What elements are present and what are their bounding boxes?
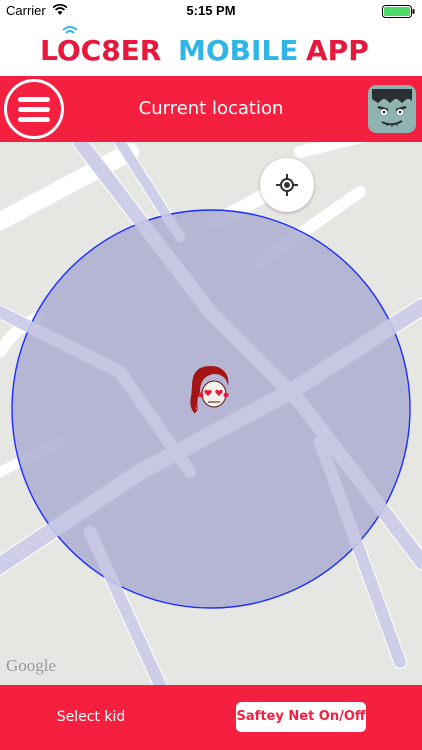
locate-me-button[interactable] [260, 158, 314, 212]
status-time: 5:15 PM [186, 3, 236, 18]
google-attribution[interactable]: Google [6, 656, 56, 676]
kid-location-marker[interactable] [186, 362, 236, 416]
crosshair-icon [276, 174, 298, 196]
safety-net-toggle-button[interactable]: Saftey Net On/Off [236, 702, 366, 732]
sugar-skull-girl-icon [190, 366, 229, 414]
status-bar: Carrier 5:15 PM [0, 0, 422, 22]
frankenstein-avatar-icon [368, 85, 416, 133]
signal-waves-icon [62, 26, 78, 34]
app-logo: LOC8ER MOBILE APP [40, 26, 369, 67]
select-kid-button[interactable]: Select kid [40, 705, 142, 729]
avatar[interactable] [368, 85, 416, 133]
logo-part-loc8er: LOC8ER [40, 34, 161, 67]
logo-part-mobile: MOBILE [178, 34, 298, 67]
footer-bar: Select kid Saftey Net On/Off [0, 685, 422, 750]
page-title: Current location [138, 98, 284, 119]
map-view[interactable]: Google [0, 142, 422, 685]
header-bar: Current location [0, 76, 422, 142]
battery-icon [382, 5, 415, 18]
logo-part-app: APP [306, 34, 369, 67]
